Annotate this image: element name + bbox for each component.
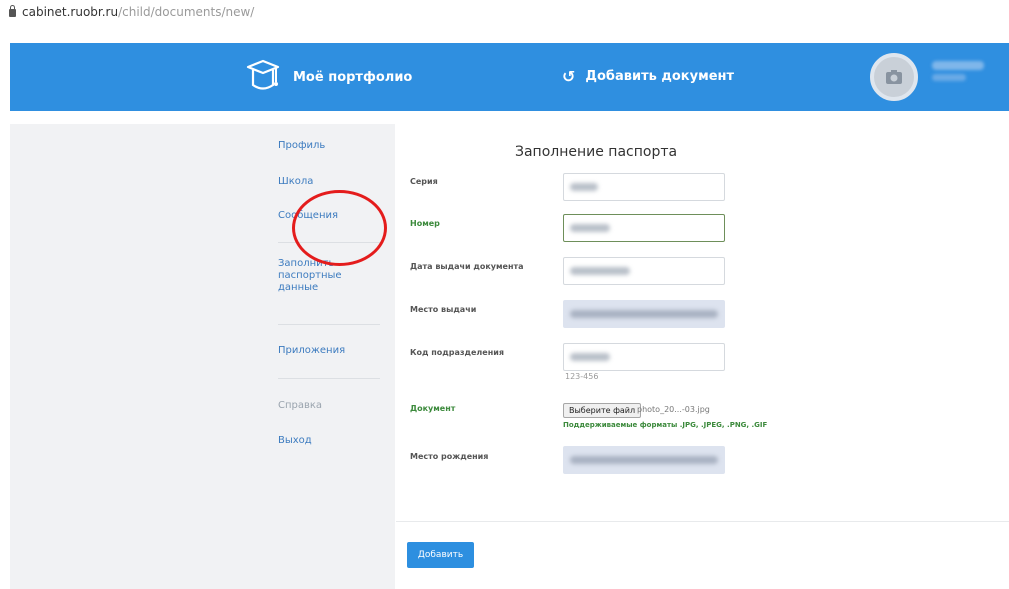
field-label-number: Номер [410,219,440,228]
issue-place-input[interactable] [563,300,725,328]
field-label-series: Серия [410,177,438,186]
add-button[interactable]: Добавить [407,542,474,568]
sidebar-item-profile[interactable]: Профиль [278,140,325,151]
redacted-value [570,183,598,191]
birthplace-input[interactable] [563,446,725,474]
redacted-value [570,224,610,232]
redacted-value [570,456,718,464]
choose-file-button[interactable]: Выберите файл [563,403,642,418]
url-text[interactable]: cabinet.ruobr.ru/child/documents/new/ [22,5,254,19]
field-label-issue-date: Дата выдачи документа [410,262,524,271]
divider [278,324,380,325]
red-circle-annotation [292,190,387,266]
camera-icon [886,70,902,84]
sidebar-item-apps[interactable]: Приложения [278,345,345,356]
brand-label: Моё портфолио [293,69,413,85]
supported-formats-note: Поддерживаемые форматы .JPG, .JPEG, .PNG… [563,421,768,429]
field-label-issue-place: Место выдачи [410,305,477,314]
top-header: Моё портфолио ↺ Добавить документ [10,43,1009,111]
redacted-value [570,310,718,318]
form-divider [396,521,1009,522]
add-document-link[interactable]: ↺ Добавить документ [562,67,734,86]
field-label-birthplace: Место рождения [410,452,489,461]
issue-date-input[interactable] [563,257,725,285]
user-subtitle-redacted [932,74,966,81]
division-code-hint: 123-456 [565,372,599,381]
sidebar-item-school[interactable]: Школа [278,176,313,187]
selected-file-name: photo_20...-03.jpg [637,405,710,414]
field-label-document: Документ [410,404,456,413]
avatar[interactable] [870,53,918,101]
address-bar[interactable]: cabinet.ruobr.ru/child/documents/new/ [0,0,1009,28]
user-name-redacted [932,61,984,70]
sidebar-item-logout[interactable]: Выход [278,435,312,446]
brand-link[interactable]: Моё портфолио [245,57,412,97]
sidebar-item-help[interactable]: Справка [278,400,322,411]
form-title: Заполнение паспорта [515,144,678,160]
division-code-input[interactable] [563,343,725,371]
series-input[interactable] [563,173,725,201]
add-document-label: Добавить документ [585,69,735,84]
lock-icon [9,5,16,17]
number-input[interactable] [563,214,725,242]
field-label-division-code: Код подразделения [410,348,504,357]
url-path: /child/documents/new/ [118,5,255,19]
divider [278,378,380,379]
redacted-value [570,353,610,361]
refresh-icon: ↺ [562,67,576,86]
redacted-value [570,267,630,275]
url-host: cabinet.ruobr.ru [22,5,119,19]
graduation-cap-icon [246,59,280,90]
